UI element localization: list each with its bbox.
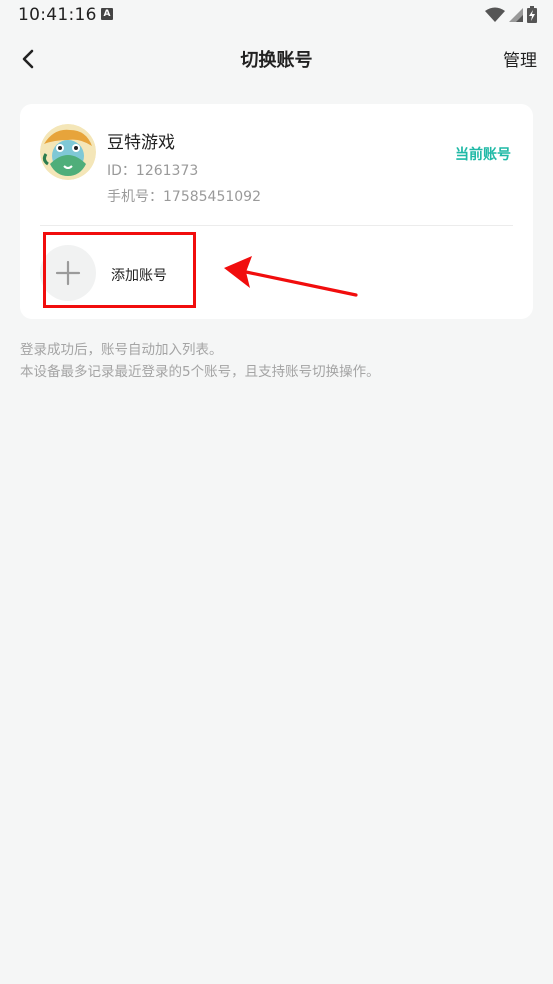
hint-text-2: 本设备最多记录最近登录的5个账号，且支持账号切换操作。	[20, 364, 380, 380]
current-account-label: 当前账号	[455, 147, 511, 163]
status-time: 10:41:16	[18, 5, 97, 25]
plus-icon	[55, 260, 81, 286]
avatar-illustration	[40, 124, 96, 180]
account-item[interactable]: 豆特游戏 ID：1261373 手机号：17585451092 当前账号	[20, 104, 533, 224]
hint-text-1: 登录成功后，账号自动加入列表。	[20, 342, 223, 358]
add-account-label: 添加账号	[111, 268, 167, 284]
notification-a-icon: A	[101, 8, 113, 20]
account-list-card: 豆特游戏 ID：1261373 手机号：17585451092 当前账号 添加账…	[20, 104, 533, 319]
battery-charging-icon	[527, 6, 537, 23]
signal-icon	[509, 7, 523, 22]
add-account-circle	[40, 245, 96, 301]
add-account-button[interactable]: 添加账号	[20, 228, 533, 318]
nav-bar: 切换账号 管理	[0, 36, 553, 80]
page-title: 切换账号	[240, 50, 313, 71]
wifi-icon	[485, 7, 505, 22]
status-bar: 10:41:16 A	[0, 0, 553, 32]
status-icons	[485, 6, 537, 23]
manage-button[interactable]: 管理	[503, 46, 537, 71]
account-id: ID：1261373	[107, 163, 199, 179]
divider	[40, 225, 513, 226]
avatar	[40, 124, 96, 180]
account-phone: 手机号：17585451092	[107, 189, 261, 205]
account-name: 豆特游戏	[107, 133, 175, 153]
